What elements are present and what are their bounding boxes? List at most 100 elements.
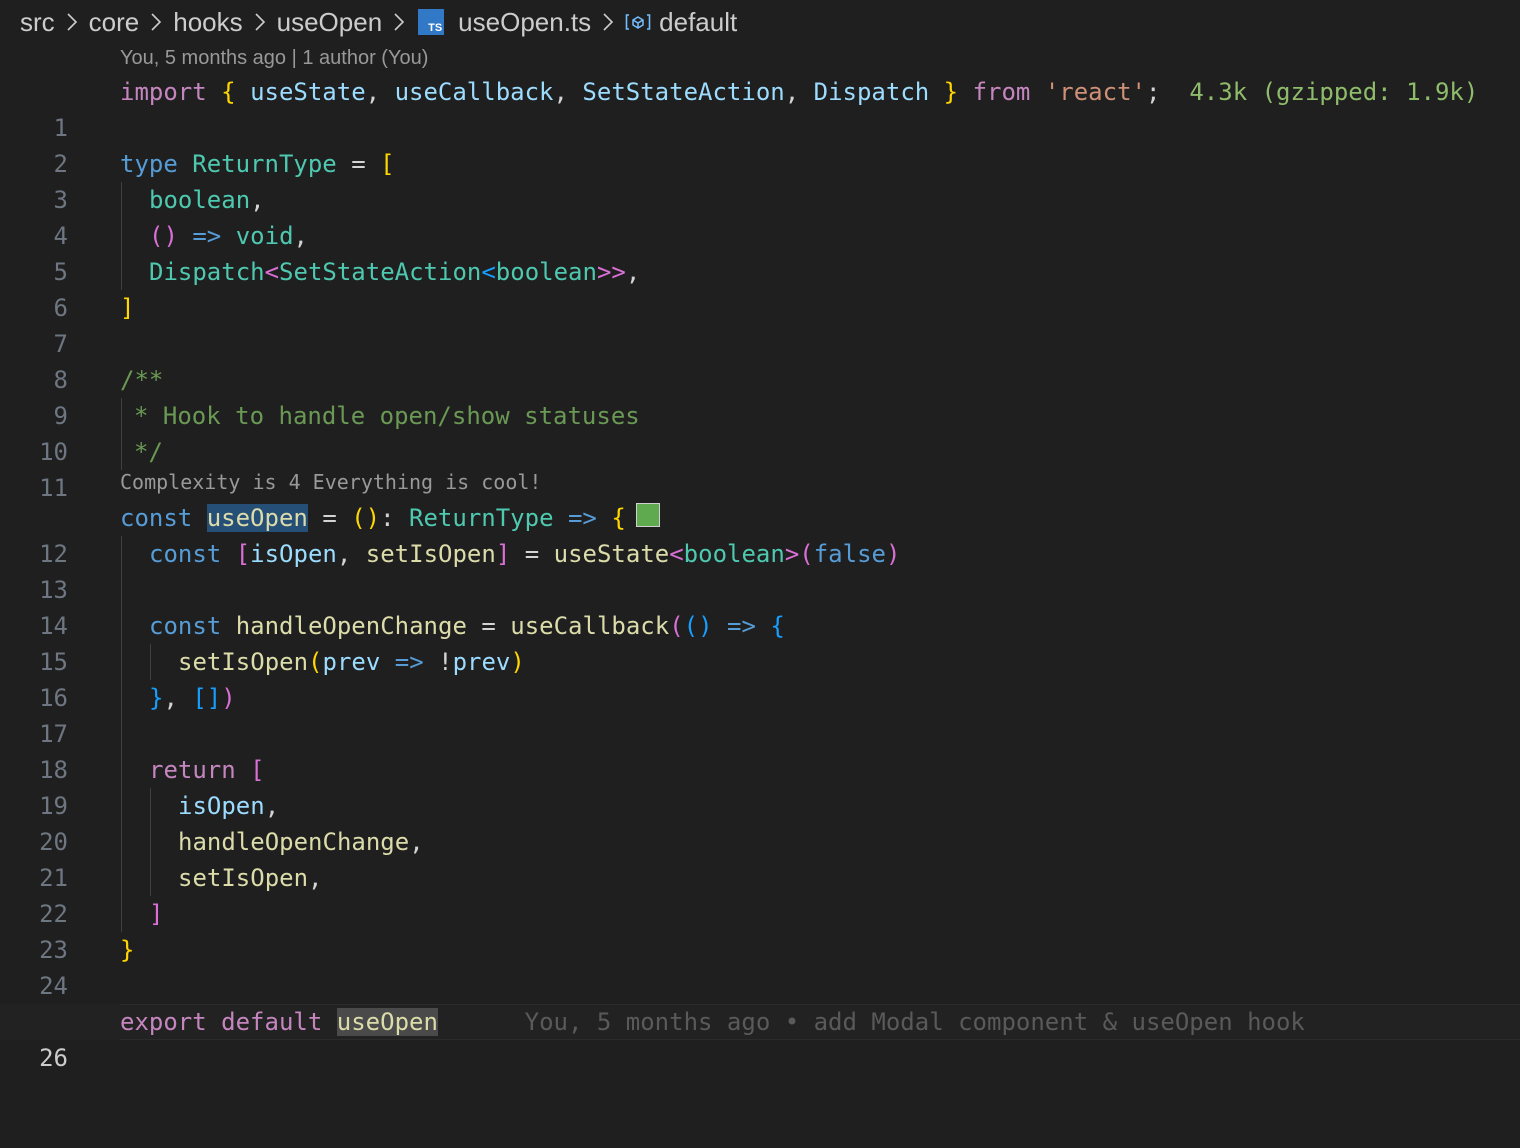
breadcrumb-file-label: useOpen.ts <box>458 6 592 37</box>
code-line: 24 } <box>0 932 1520 1000</box>
token: boolean <box>495 258 597 286</box>
token: ] <box>495 540 511 568</box>
token: [ <box>250 756 265 784</box>
indent-guide <box>121 608 122 644</box>
breadcrumb-item-symbol[interactable]: default <box>625 7 737 38</box>
token: > <box>784 540 800 568</box>
code-line: 21 handleOpenChange, <box>0 824 1520 892</box>
token: [] <box>192 684 222 712</box>
code-line: 19 return [ <box>0 752 1520 820</box>
indent-guide <box>121 752 122 788</box>
codelens-row: Complexity is 4 Everything is cool! <box>0 470 1520 500</box>
chevron-right-icon <box>392 11 406 33</box>
token: prev <box>452 648 511 676</box>
code-line: 18 <box>0 716 1520 784</box>
chevron-right-icon <box>601 11 615 33</box>
code-line: 8 <box>0 326 1520 394</box>
token: , <box>784 78 800 106</box>
token: => <box>567 504 597 532</box>
token: : <box>380 504 395 532</box>
code-editor[interactable]: 1 import { useState, useCallback, SetSta… <box>0 74 1520 1072</box>
import-cost-hint: 4.3k (gzipped: 1.9k) <box>1189 78 1479 106</box>
token: * Hook to handle open/show statuses <box>134 402 640 430</box>
token: { <box>770 612 785 640</box>
token: */ <box>134 438 163 466</box>
token: isOpen <box>250 540 337 568</box>
code-line: 12 const useOpen = (): ReturnType => { <box>0 500 1520 568</box>
token: ) <box>510 648 525 676</box>
breadcrumb: src core hooks useOpen TS useOpen.ts def… <box>20 0 737 44</box>
token: = <box>351 150 366 178</box>
token: = <box>524 540 540 568</box>
indent-guide <box>121 680 122 716</box>
token: Dispatch <box>149 258 265 286</box>
code-line: 4 boolean, <box>0 182 1520 250</box>
code-line: 15 const handleOpenChange = useCallback(… <box>0 608 1520 676</box>
code-line: 6 Dispatch<SetStateAction<boolean>>, <box>0 254 1520 322</box>
indent-guide <box>121 398 122 434</box>
token: setIsOpen <box>365 540 496 568</box>
token: ) <box>221 684 236 712</box>
breadcrumb-item-file[interactable]: TS useOpen.ts <box>416 7 591 38</box>
token: handleOpenChange <box>235 612 467 640</box>
git-blame-annotation[interactable]: You, 5 months ago • add Modal component … <box>525 1008 1305 1036</box>
token: false <box>813 540 886 568</box>
token: } <box>943 78 959 106</box>
token: import <box>120 78 207 106</box>
token: , <box>625 258 641 286</box>
token-highlighted: useOpen <box>206 504 308 532</box>
color-swatch[interactable] <box>635 503 660 527</box>
indent-guide <box>121 644 122 680</box>
token: SetStateAction <box>279 258 482 286</box>
breadcrumb-item-core[interactable]: core <box>89 7 140 38</box>
token: setIsOpen <box>178 864 309 892</box>
token: { <box>221 78 236 106</box>
code-line: 13 const [isOpen, setIsOpen] = useState<… <box>0 536 1520 604</box>
token: < <box>264 258 280 286</box>
chevron-right-icon <box>253 11 267 33</box>
codelens-author[interactable]: You, 5 months ago | 1 author (You) <box>120 43 428 73</box>
indent-guide <box>150 824 151 860</box>
breadcrumb-symbol-label: default <box>659 6 738 37</box>
codelens-complexity[interactable]: Complexity is 4 Everything is cool! <box>120 467 541 497</box>
token: () <box>683 612 713 640</box>
code-line: 10 * Hook to handle open/show statuses <box>0 398 1520 466</box>
line-number: 26 <box>39 1044 68 1072</box>
token: [ <box>235 540 251 568</box>
token: => <box>394 648 424 676</box>
indent-guide <box>121 788 122 824</box>
token: , <box>264 792 280 820</box>
token: ! <box>438 648 453 676</box>
token: < <box>669 540 684 568</box>
indent-guide <box>150 788 151 824</box>
token: Dispatch <box>813 78 930 106</box>
indent-guide <box>150 860 151 896</box>
breadcrumb-item-hooks[interactable]: hooks <box>173 7 242 38</box>
code-line: 3 type ReturnType = [ <box>0 146 1520 214</box>
indent-guide <box>121 896 122 932</box>
indent-guide <box>121 860 122 896</box>
breadcrumb-item-useopen-folder[interactable]: useOpen <box>277 7 383 38</box>
token: () <box>351 504 381 532</box>
indent-guide <box>121 434 122 470</box>
token: boolean <box>149 186 251 214</box>
breadcrumb-item-src[interactable]: src <box>20 7 55 38</box>
token: SetStateAction <box>582 78 785 106</box>
token: boolean <box>683 540 785 568</box>
token: ReturnType <box>192 150 337 178</box>
chevron-right-icon <box>149 11 163 33</box>
token: useCallback <box>510 612 670 640</box>
indent-guide <box>150 644 151 680</box>
code-line: 1 import { useState, useCallback, SetSta… <box>0 74 1520 142</box>
token: , <box>308 864 323 892</box>
token: , <box>336 540 352 568</box>
token: from <box>972 78 1031 106</box>
chevron-right-icon <box>65 11 79 33</box>
token: => <box>192 222 222 250</box>
token: ; <box>1145 78 1161 106</box>
token-highlighted: useOpen <box>336 1008 438 1036</box>
token: const <box>149 540 222 568</box>
token: } <box>120 936 135 964</box>
code-line: 7 ] <box>0 290 1520 358</box>
token: , <box>409 828 424 856</box>
